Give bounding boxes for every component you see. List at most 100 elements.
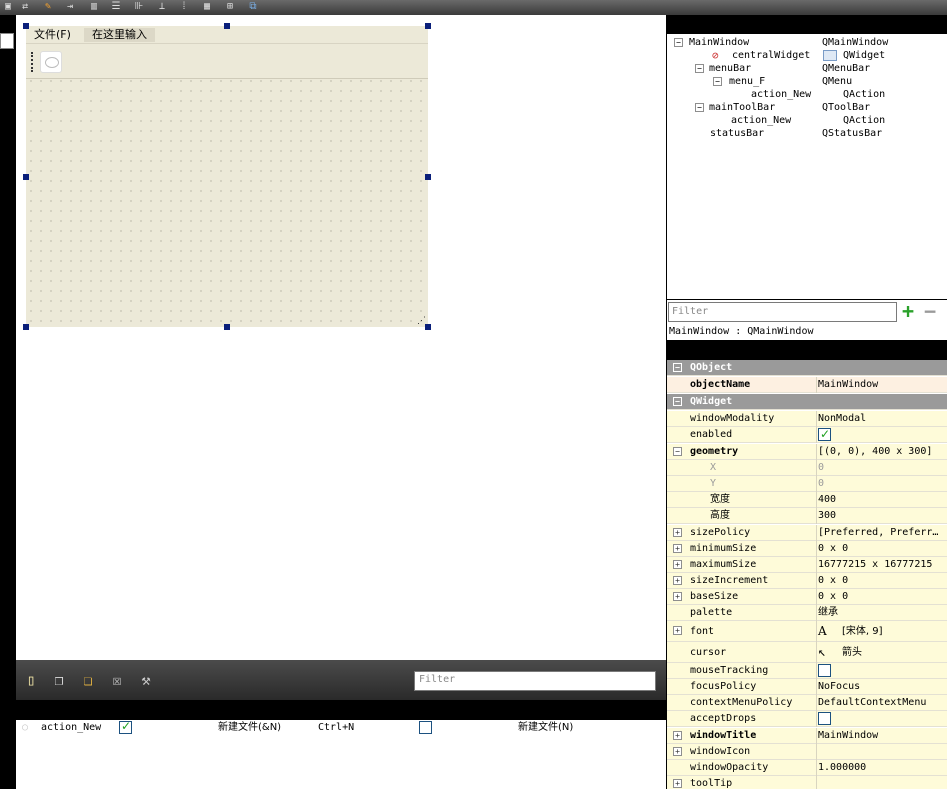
property-row[interactable]: windowOpacity 1.000000 [667, 760, 947, 776]
property-row[interactable]: Y 0 [667, 476, 947, 492]
expand-icon[interactable]: + [673, 560, 682, 569]
property-value[interactable]: [(0, 0), 400 x 300] [818, 444, 932, 460]
tree-row-menu-f[interactable]: − menu_F QMenu [667, 75, 947, 88]
property-row[interactable]: palette 继承 [667, 605, 947, 621]
action-checkable-checkbox[interactable] [419, 721, 432, 734]
expand-icon[interactable]: + [673, 626, 682, 635]
property-group-qobject[interactable]: − QObject [667, 360, 947, 376]
property-value[interactable]: [Preferred, Preferr… [818, 525, 938, 541]
property-row[interactable]: 宽度 400 [667, 492, 947, 508]
tree-row-mainwindow[interactable]: − MainWindow QMainWindow [667, 36, 947, 49]
tree-row-centralwidget[interactable]: ⊘ centralWidget QWidget [667, 49, 947, 62]
selection-handle-bottom-right[interactable] [425, 324, 431, 330]
layout-horizontal-icon[interactable]: ▥ [88, 1, 100, 13]
layout-vertical-icon[interactable]: ☰ [110, 1, 122, 13]
toolbar-grip-icon[interactable] [31, 52, 34, 72]
expand-icon[interactable]: + [673, 779, 682, 788]
expand-icon[interactable]: + [673, 576, 682, 585]
copy-action-icon[interactable]: ❐ [50, 670, 68, 690]
action-list[interactable]: ○ action_New 新建文件(&N) Ctrl+N 新建文件(N) [16, 719, 666, 789]
expand-icon[interactable]: + [673, 731, 682, 740]
property-value[interactable]: 0 x 0 [818, 573, 848, 589]
edit-widgets-icon[interactable]: ▣ [2, 1, 14, 13]
property-row[interactable]: + sizeIncrement 0 x 0 [667, 573, 947, 589]
property-row[interactable]: 高度 300 [667, 508, 947, 524]
selection-handle-top[interactable] [224, 23, 230, 29]
property-row[interactable]: + sizePolicy [Preferred, Preferr… [667, 525, 947, 541]
widget-box-filter[interactable] [0, 33, 14, 49]
property-value[interactable]: 箭头 [842, 642, 862, 663]
property-value[interactable]: MainWindow [818, 377, 878, 393]
form-main-toolbar[interactable] [26, 45, 428, 79]
expand-icon[interactable]: + [673, 592, 682, 601]
property-value[interactable]: 继承 [818, 605, 838, 621]
layout-grid-icon[interactable]: ▦ [201, 1, 213, 13]
property-row[interactable]: − geometry [(0, 0), 400 x 300] [667, 444, 947, 460]
collapse-icon[interactable]: − [673, 447, 682, 456]
property-value[interactable]: 400 [818, 492, 836, 508]
tree-row-maintoolbar[interactable]: − mainToolBar QToolBar [667, 101, 947, 114]
selection-handle-bottom-left[interactable] [23, 324, 29, 330]
selection-handle-bottom[interactable] [224, 324, 230, 330]
property-row[interactable]: focusPolicy NoFocus [667, 679, 947, 695]
property-row[interactable]: objectName MainWindow [667, 377, 947, 393]
property-row[interactable]: enabled [667, 426, 947, 443]
edit-tab-order-icon[interactable]: ⇥ [64, 1, 76, 13]
expand-icon[interactable]: + [673, 544, 682, 553]
property-row[interactable]: contextMenuPolicy DefaultContextMenu [667, 695, 947, 711]
collapse-icon[interactable]: − [673, 397, 682, 406]
configure-action-icon[interactable]: ⚒ [137, 670, 155, 690]
tree-row-menubar[interactable]: − menuBar QMenuBar [667, 62, 947, 75]
property-row[interactable]: acceptDrops [667, 711, 947, 727]
property-row[interactable]: + font A [宋体, 9] [667, 621, 947, 642]
collapse-icon[interactable]: − [695, 103, 704, 112]
property-row[interactable]: windowModality NonModal [667, 411, 947, 427]
edit-buddies-icon[interactable]: ✎ [42, 1, 54, 13]
enabled-checkbox[interactable] [818, 426, 831, 442]
property-row[interactable]: cursor ↖ 箭头 [667, 642, 947, 663]
delete-action-icon[interactable]: ☒ [108, 670, 126, 690]
collapse-icon[interactable]: − [673, 363, 682, 372]
selection-handle-top-left[interactable] [23, 23, 29, 29]
layout-v-splitter-icon[interactable]: ⊥ [156, 1, 168, 13]
property-row[interactable]: + maximumSize 16777215 x 16777215 [667, 557, 947, 573]
property-value[interactable]: 0 [818, 476, 824, 492]
selection-handle-top-right[interactable] [425, 23, 431, 29]
edit-signals-icon[interactable]: ⇄ [19, 1, 31, 13]
layout-form-icon[interactable]: ⁞ [178, 1, 190, 13]
break-layout-icon[interactable]: ⊞ [224, 1, 236, 13]
property-row[interactable]: + toolTip [667, 776, 947, 789]
property-value[interactable]: 0 x 0 [818, 589, 848, 605]
property-value[interactable]: DefaultContextMenu [818, 695, 926, 711]
property-editor[interactable]: − QObject objectName MainWindow − QWidge… [667, 360, 947, 789]
property-value[interactable]: MainWindow [818, 728, 878, 744]
property-value[interactable]: NoFocus [818, 679, 860, 695]
selection-handle-left[interactable] [23, 174, 29, 180]
layout-h-splitter-icon[interactable]: ⊪ [133, 1, 145, 13]
expand-icon[interactable]: + [673, 528, 682, 537]
property-value[interactable]: 0 x 0 [818, 541, 848, 557]
property-value[interactable]: [宋体, 9] [842, 621, 883, 642]
object-inspector[interactable]: − MainWindow QMainWindow ⊘ centralWidget… [667, 34, 947, 299]
property-value[interactable]: 16777215 x 16777215 [818, 557, 932, 573]
acceptdrops-checkbox[interactable] [818, 712, 831, 725]
remove-dynamic-property-icon[interactable]: − [924, 301, 942, 321]
property-group-qwidget[interactable]: − QWidget [667, 394, 947, 410]
form-main-window[interactable]: 文件(F) 在这里输入 ⋰ [26, 26, 428, 327]
property-value[interactable]: 300 [818, 508, 836, 524]
property-row[interactable]: + baseSize 0 x 0 [667, 589, 947, 605]
add-dynamic-property-icon[interactable]: + [902, 301, 920, 321]
expand-icon[interactable]: + [673, 747, 682, 756]
menu-file[interactable]: 文件(F) [34, 28, 71, 42]
property-row[interactable]: + minimumSize 0 x 0 [667, 541, 947, 557]
property-row[interactable]: mouseTracking [667, 663, 947, 679]
property-row[interactable]: X 0 [667, 460, 947, 476]
action-used-checkbox[interactable] [119, 719, 132, 734]
adjust-size-icon[interactable]: ⧉ [247, 1, 259, 13]
paste-action-icon[interactable]: ❏ [79, 670, 97, 690]
property-row[interactable]: + windowTitle MainWindow [667, 728, 947, 744]
form-editor-canvas[interactable]: 文件(F) 在这里输入 ⋰ [16, 15, 666, 660]
collapse-icon[interactable]: − [713, 77, 722, 86]
new-action-icon[interactable]: ▯ [22, 670, 40, 690]
property-value[interactable]: NonModal [818, 411, 866, 427]
